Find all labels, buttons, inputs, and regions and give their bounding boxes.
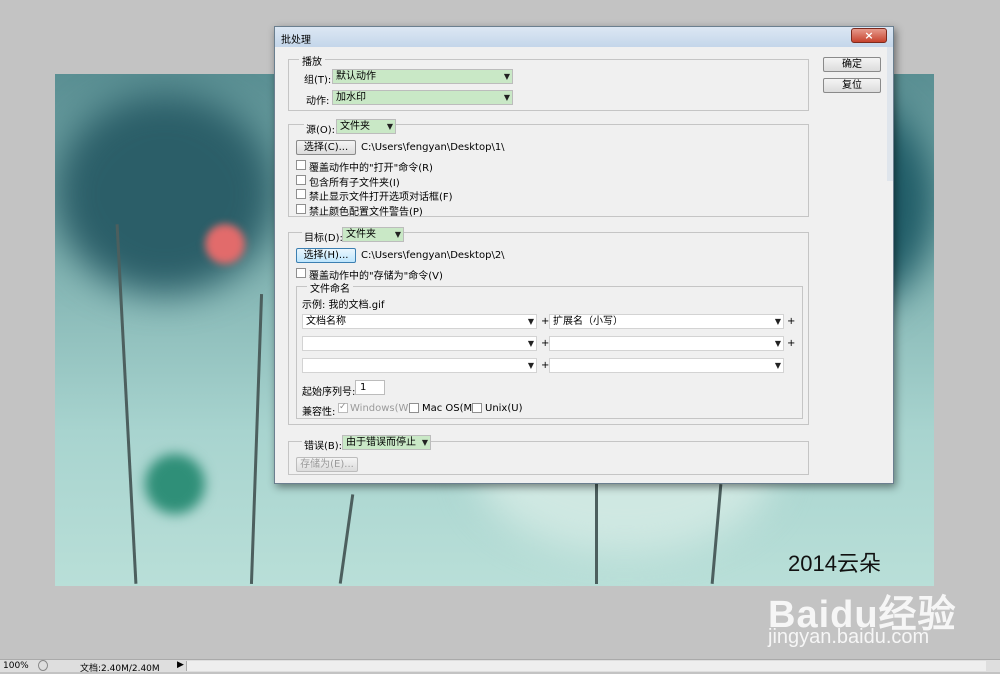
destination-label: 目标(D): [302,229,345,244]
errors-select-value: 由于错误而停止 [346,437,416,448]
reset-button[interactable]: 复位 [823,78,881,93]
chevron-down-icon: ▼ [774,361,781,370]
plus-sign: + [787,316,796,327]
set-label: 组(T): [304,75,332,86]
errors-select[interactable]: 由于错误而停止 ▼ [342,435,431,450]
set-select[interactable]: 默认动作 ▼ [332,69,513,84]
serial-label: 起始序列号: [302,387,356,398]
horizontal-scrollbar[interactable] [186,661,986,671]
chevron-down-icon: ▼ [774,317,781,326]
chevron-down-icon: ▼ [527,361,534,370]
batch-dialog: 批处理 × 确定 复位 播放 组(T): 默认动作 ▼ 动作: 加水印 ▼ 源(O)… [274,26,894,484]
status-menu-arrow-icon[interactable]: ▶ [177,660,184,670]
errors-label: 错误(B): [302,437,345,452]
source-select[interactable]: 文件夹 ▼ [336,119,396,134]
source-choose-button[interactable]: 选择(C)... [296,140,356,155]
destination-path: C:\Users\fengyan\Desktop\2\ [361,250,505,261]
watermark-year-text: 2014云朵 [788,551,881,576]
save-as-button[interactable]: 存储为(E)... [296,457,358,472]
chevron-down-icon: ▼ [527,317,534,326]
compat-unix-checkbox[interactable] [472,403,482,413]
plus-sign: + [787,338,796,349]
include-subfolders-label: 包含所有子文件夹(I) [309,178,400,189]
ok-button[interactable]: 确定 [823,57,881,72]
chevron-down-icon: ▼ [503,93,510,102]
naming-example: 示例: 我的文档.gif [302,300,385,311]
override-save-as-checkbox[interactable] [296,268,306,278]
chevron-down-icon: ▼ [386,122,393,131]
destination-choose-button[interactable]: 选择(H)... [296,248,356,263]
set-select-value: 默认动作 [336,71,376,82]
close-icon: × [864,29,874,42]
dialog-title: 批处理 [281,35,311,46]
serial-input[interactable]: 1 [355,380,385,395]
dialog-titlebar[interactable]: 批处理 × [275,27,893,47]
compat-windows-checkbox[interactable] [338,402,348,413]
source-path: C:\Users\fengyan\Desktop\1\ [361,142,505,153]
naming-row1-left-select[interactable]: 文档名称 ▼ [302,314,537,329]
chevron-down-icon: ▼ [394,230,401,239]
suppress-color-warnings-checkbox[interactable] [296,204,306,214]
naming-row2-right-select[interactable]: ▼ [549,336,784,351]
baidu-jingyan-url: jingyan.baidu.com [768,626,930,648]
action-select[interactable]: 加水印 ▼ [332,90,513,105]
destination-select[interactable]: 文件夹 ▼ [342,227,404,242]
zoom-level[interactable]: 100% [3,661,29,671]
compat-windows-label: Windows(W) [350,403,413,414]
naming-row1-right-select[interactable]: 扩展名（小写） ▼ [549,314,784,329]
chevron-down-icon: ▼ [774,339,781,348]
source-label: 源(O): [304,121,338,136]
status-icon[interactable] [38,660,48,671]
compat-macos-label: Mac OS(M) [422,403,477,414]
suppress-color-warnings-label: 禁止颜色配置文件警告(P) [309,207,423,218]
destination-select-value: 文件夹 [346,229,376,240]
action-label: 动作: [306,96,330,107]
dialog-side-strip [887,47,893,181]
status-bar: 100% 文档:2.40M/2.40M ▶ [0,659,1000,674]
file-naming-label: 文件命名 [307,280,353,295]
override-open-label: 覆盖动作中的"打开"命令(R) [309,163,433,174]
naming-row2-left-select[interactable]: ▼ [302,336,537,351]
play-group-label: 播放 [299,53,325,68]
compat-unix-label: Unix(U) [485,403,523,414]
close-button[interactable]: × [851,28,887,43]
naming-row1-left-value: 文档名称 [306,316,346,327]
source-select-value: 文件夹 [340,121,370,132]
naming-row3-left-select[interactable]: ▼ [302,358,537,373]
override-open-checkbox[interactable] [296,160,306,170]
suppress-open-options-label: 禁止显示文件打开选项对话框(F) [309,192,453,203]
document-size: 文档:2.40M/2.40M [80,664,160,674]
chevron-down-icon: ▼ [527,339,534,348]
compat-label: 兼容性: [302,407,336,418]
naming-row3-right-select[interactable]: ▼ [549,358,784,373]
suppress-open-options-checkbox[interactable] [296,189,306,199]
include-subfolders-checkbox[interactable] [296,175,306,185]
chevron-down-icon: ▼ [503,72,510,81]
action-select-value: 加水印 [336,92,366,103]
compat-macos-checkbox[interactable] [409,403,419,413]
naming-row1-right-value: 扩展名（小写） [553,316,623,327]
chevron-down-icon: ▼ [421,438,428,447]
